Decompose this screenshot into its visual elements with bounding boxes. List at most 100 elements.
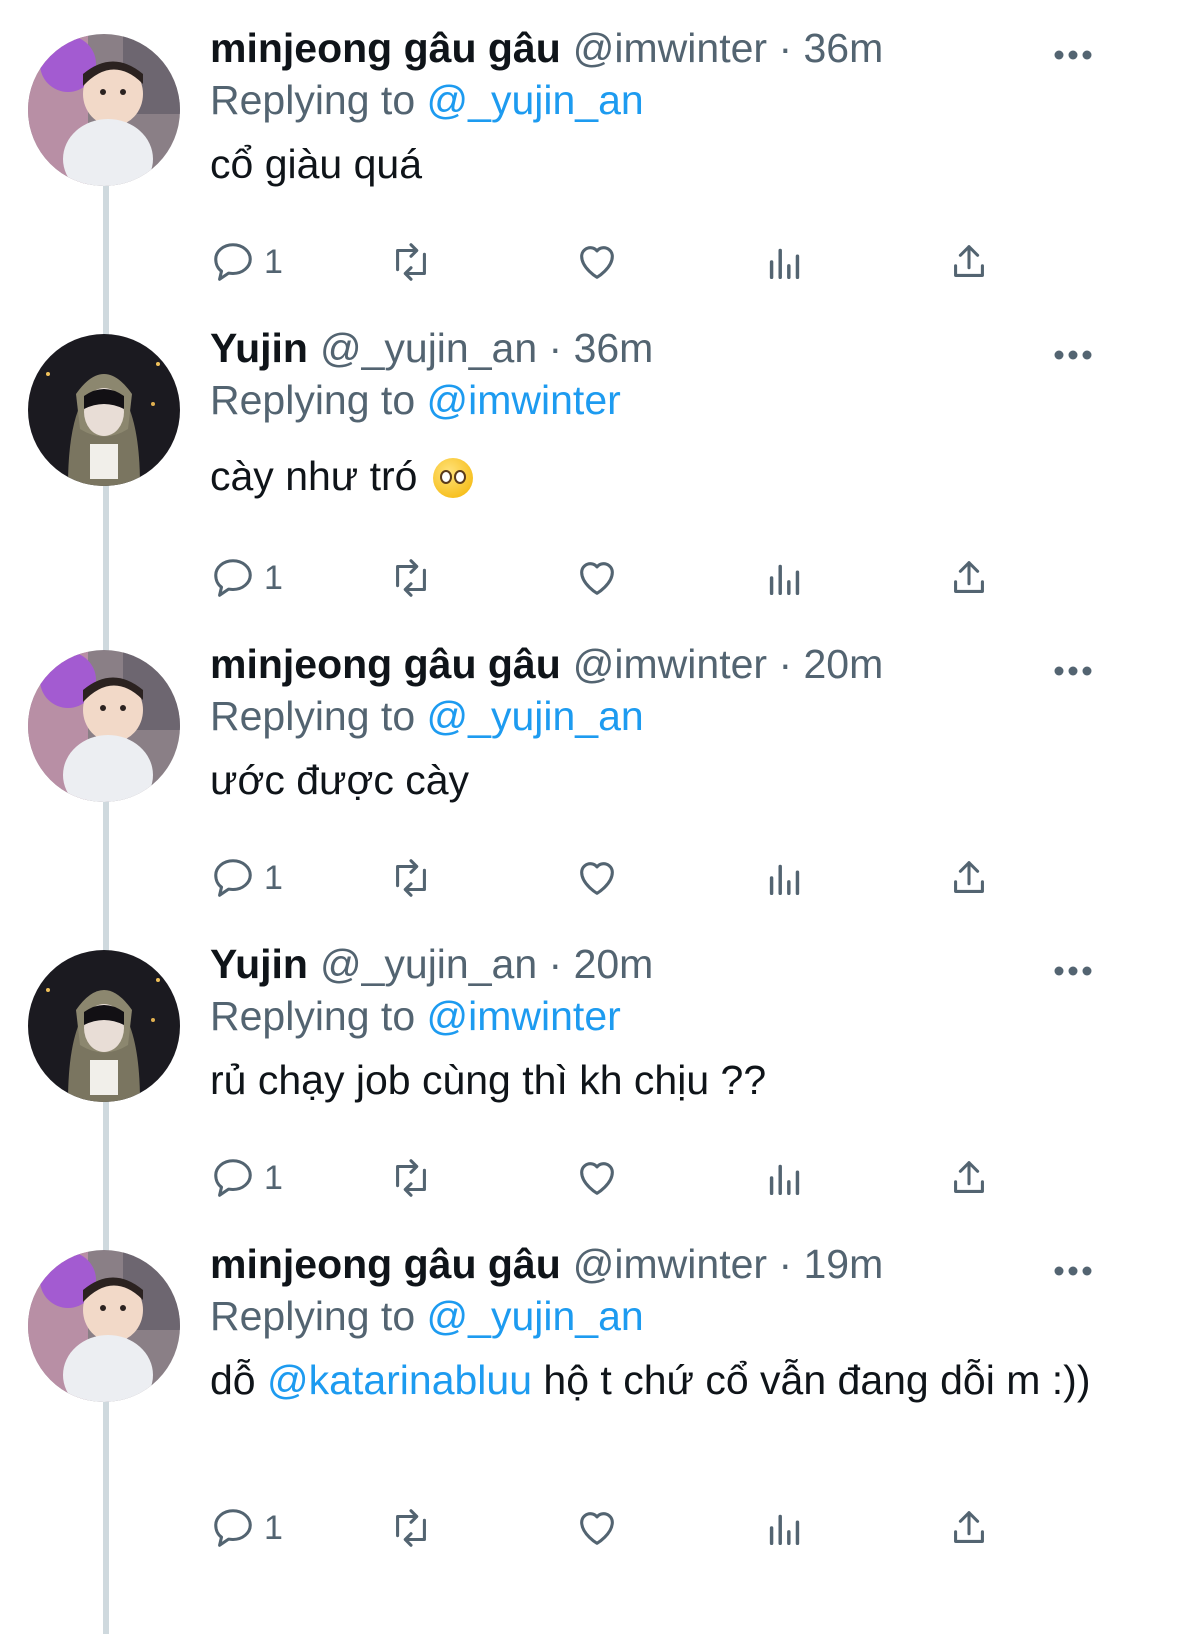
tweet[interactable]: minjeong gâu gâu @imwinter · 20m Replying…: [0, 616, 1179, 926]
pleading-face-emoji: [432, 458, 473, 498]
tweet-text: dỗ @katarinabluu hộ t chứ cổ vẫn đang dỗ…: [210, 1354, 1099, 1406]
replying-prefix: Replying to: [210, 377, 416, 423]
like-icon: [580, 862, 614, 895]
views-button[interactable]: [762, 232, 808, 292]
tweet-text-start: dỗ: [210, 1357, 256, 1403]
tweet-text: ước được cày: [210, 757, 470, 803]
tweet-text: cổ giàu quá: [210, 141, 423, 187]
more-icon[interactable]: [1053, 348, 1093, 362]
tweet-header: minjeong gâu gâu @imwinter · 19m: [210, 1241, 884, 1287]
text-mention[interactable]: @katarinabluu: [267, 1357, 532, 1403]
replying-prefix: Replying to: [210, 1293, 416, 1339]
reply-count: 1: [264, 242, 283, 281]
retweet-icon: [396, 1159, 426, 1197]
author-handle[interactable]: @imwinter: [573, 25, 767, 71]
tweet[interactable]: minjeong gâu gâu @imwinter · 19m Replying…: [0, 1216, 1179, 1634]
retweet-button[interactable]: [388, 1498, 434, 1558]
reply-button[interactable]: 1: [210, 1498, 283, 1558]
tweet[interactable]: minjeong gâu gâu @imwinter · 36m Replying…: [0, 0, 1179, 310]
tweet-header: Yujin @_yujin_an · 36m: [210, 325, 654, 371]
tweet[interactable]: Yujin @_yujin_an · 36m Replying to @imwin…: [0, 300, 1179, 630]
author-handle[interactable]: @_yujin_an: [320, 325, 537, 371]
author-handle[interactable]: @_yujin_an: [320, 941, 537, 987]
views-icon: [769, 564, 800, 596]
tweet-actions: 1: [210, 1148, 1099, 1208]
replying-prefix: Replying to: [210, 993, 416, 1039]
retweet-button[interactable]: [388, 1148, 434, 1208]
avatar[interactable]: [28, 950, 180, 1102]
views-button[interactable]: [762, 848, 808, 908]
reply-button[interactable]: 1: [210, 848, 283, 908]
views-button[interactable]: [762, 1148, 808, 1208]
share-icon: [954, 861, 984, 893]
replying-to: Replying to @_yujin_an: [210, 74, 1099, 126]
tweet-text-content: cày như tró: [210, 453, 418, 499]
tweet-header: minjeong gâu gâu @imwinter · 36m: [210, 25, 884, 71]
author-name[interactable]: minjeong gâu gâu: [210, 1241, 561, 1287]
conversation-thread: minjeong gâu gâu @imwinter · 36m Replying…: [0, 0, 1179, 1634]
share-button[interactable]: [946, 848, 992, 908]
tweet-header: Yujin @_yujin_an · 20m: [210, 941, 654, 987]
share-button[interactable]: [946, 232, 992, 292]
timestamp[interactable]: 19m: [803, 1241, 883, 1287]
avatar[interactable]: [28, 34, 180, 186]
timestamp[interactable]: 20m: [803, 641, 883, 687]
more-icon[interactable]: [1053, 964, 1093, 978]
views-button[interactable]: [762, 548, 808, 608]
reply-count: 1: [264, 1158, 283, 1197]
avatar[interactable]: [28, 334, 180, 486]
author-name[interactable]: Yujin: [210, 941, 308, 987]
author-handle[interactable]: @imwinter: [573, 641, 767, 687]
like-button[interactable]: [574, 1148, 620, 1208]
share-button[interactable]: [946, 1148, 992, 1208]
retweet-button[interactable]: [388, 548, 434, 608]
replying-to-mention[interactable]: @imwinter: [427, 993, 621, 1039]
like-button[interactable]: [574, 548, 620, 608]
replying-to-mention[interactable]: @_yujin_an: [427, 693, 644, 739]
replying-to: Replying to @_yujin_an: [210, 1290, 1099, 1342]
more-icon[interactable]: [1053, 664, 1093, 678]
author-name[interactable]: minjeong gâu gâu: [210, 641, 561, 687]
reply-icon: [214, 559, 252, 597]
views-icon: [769, 248, 800, 280]
like-button[interactable]: [574, 1498, 620, 1558]
like-icon: [580, 1512, 614, 1545]
like-icon: [580, 562, 614, 595]
retweet-icon: [396, 559, 426, 597]
more-icon[interactable]: [1053, 48, 1093, 62]
timestamp[interactable]: 36m: [803, 25, 883, 71]
like-button[interactable]: [574, 232, 620, 292]
reply-button[interactable]: 1: [210, 548, 283, 608]
replying-to-mention[interactable]: @imwinter: [427, 377, 621, 423]
author-handle[interactable]: @imwinter: [573, 1241, 767, 1287]
tweet[interactable]: Yujin @_yujin_an · 20m Replying to @imwin…: [0, 916, 1179, 1226]
reply-button[interactable]: 1: [210, 1148, 283, 1208]
replying-prefix: Replying to: [210, 693, 416, 739]
retweet-icon: [396, 243, 426, 281]
retweet-button[interactable]: [388, 232, 434, 292]
author-name[interactable]: Yujin: [210, 325, 308, 371]
timestamp[interactable]: 36m: [574, 325, 654, 371]
replying-to: Replying to @imwinter: [210, 990, 1099, 1042]
share-button[interactable]: [946, 1498, 992, 1558]
tweet-text: cày như tró: [210, 450, 1099, 502]
replying-to-mention[interactable]: @_yujin_an: [427, 1293, 644, 1339]
reply-icon: [214, 1159, 252, 1197]
author-name[interactable]: minjeong gâu gâu: [210, 25, 561, 71]
retweet-button[interactable]: [388, 848, 434, 908]
avatar[interactable]: [28, 1250, 180, 1402]
replying-to-mention[interactable]: @_yujin_an: [427, 77, 644, 123]
share-icon: [954, 1161, 984, 1193]
views-icon: [769, 1164, 800, 1196]
reply-button[interactable]: 1: [210, 232, 283, 292]
replying-to: Replying to @imwinter: [210, 374, 1099, 426]
share-button[interactable]: [946, 548, 992, 608]
like-button[interactable]: [574, 848, 620, 908]
avatar[interactable]: [28, 650, 180, 802]
more-icon[interactable]: [1053, 1264, 1093, 1278]
minjeong-avatar-image: [28, 650, 180, 802]
timestamp[interactable]: 20m: [574, 941, 654, 987]
views-button[interactable]: [762, 1498, 808, 1558]
minjeong-avatar-image: [28, 1250, 180, 1402]
retweet-icon: [396, 859, 426, 897]
